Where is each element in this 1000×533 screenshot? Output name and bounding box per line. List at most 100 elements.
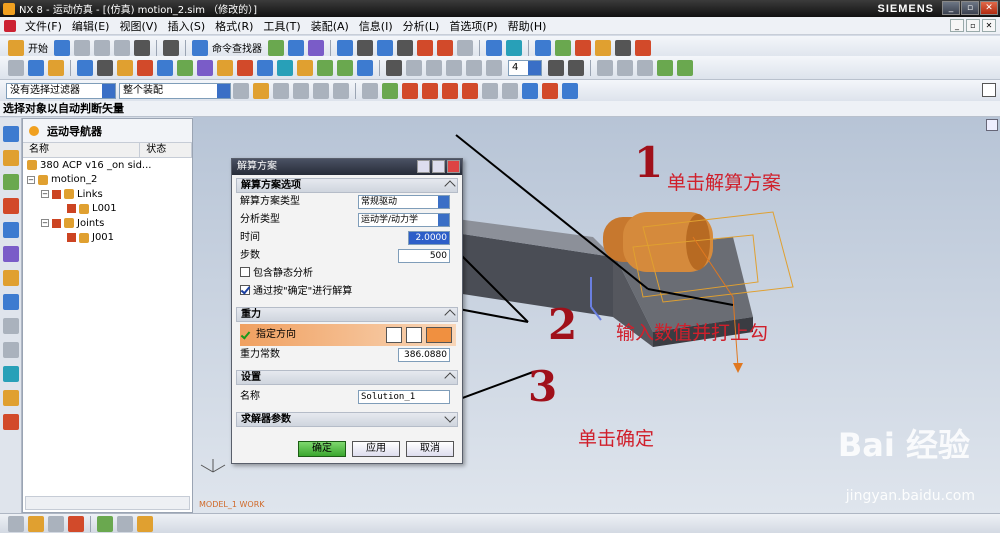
dialog-close-icon[interactable] bbox=[447, 160, 460, 173]
pin-icon[interactable] bbox=[29, 125, 39, 136]
marker-icon[interactable] bbox=[277, 59, 293, 76]
delete-icon[interactable] bbox=[134, 39, 150, 56]
curve-icon[interactable] bbox=[293, 82, 309, 99]
menu-information[interactable]: 信息(I) bbox=[354, 18, 398, 34]
menu-format[interactable]: 格式(R) bbox=[210, 18, 258, 34]
tree-node[interactable]: 380 ACP v16 _on sid... bbox=[23, 158, 192, 173]
menu-assemblies[interactable]: 装配(A) bbox=[306, 18, 354, 34]
tree-node[interactable]: L001 bbox=[23, 202, 192, 217]
cancel-button[interactable]: 取消 bbox=[406, 441, 454, 457]
frame-selector[interactable]: 4 bbox=[508, 59, 542, 76]
column-name[interactable]: 名称 bbox=[23, 143, 141, 157]
hd3d-tab-icon[interactable] bbox=[3, 246, 19, 262]
time-input[interactable]: 2.0000 bbox=[408, 231, 450, 245]
export-icon[interactable] bbox=[568, 59, 584, 76]
vector-options-icon[interactable] bbox=[426, 327, 452, 343]
force-icon[interactable] bbox=[217, 59, 233, 76]
static-analysis-row[interactable]: 包含静态分析 bbox=[240, 266, 456, 283]
new-icon[interactable] bbox=[8, 59, 24, 76]
snapshot-icon[interactable] bbox=[548, 59, 564, 76]
steps-input[interactable]: 500 bbox=[398, 249, 450, 263]
component-icon[interactable] bbox=[48, 515, 64, 532]
step-back-icon[interactable] bbox=[426, 59, 442, 76]
apply-button[interactable]: 应用 bbox=[352, 441, 400, 457]
solve-icon[interactable] bbox=[357, 59, 373, 76]
measure-icon[interactable] bbox=[575, 39, 591, 56]
constraint-tab-icon[interactable] bbox=[3, 174, 19, 190]
system-tab-icon[interactable] bbox=[3, 342, 19, 358]
assembly-scope-dropdown[interactable]: 整个装配 bbox=[119, 82, 231, 99]
selection-icon[interactable] bbox=[268, 39, 284, 56]
sensor-icon[interactable] bbox=[297, 59, 313, 76]
fast-forward-icon[interactable] bbox=[486, 59, 502, 76]
render-icon[interactable] bbox=[308, 39, 324, 56]
solution-name-input[interactable]: Solution_1 bbox=[358, 390, 450, 404]
grid-icon[interactable] bbox=[635, 39, 651, 56]
layer-icon[interactable] bbox=[535, 39, 551, 56]
shade-icon[interactable] bbox=[397, 39, 413, 56]
solve-on-ok-row[interactable]: 通过按"确定"进行解算 bbox=[240, 284, 456, 301]
assembly-icon[interactable] bbox=[28, 515, 44, 532]
coupler-icon[interactable] bbox=[157, 59, 173, 76]
rotate-view-icon[interactable] bbox=[357, 39, 373, 56]
environment-icon[interactable] bbox=[28, 59, 44, 76]
navigator-tab-icon[interactable] bbox=[3, 126, 19, 142]
gravity-constant-input[interactable]: 386.0880 bbox=[398, 348, 450, 362]
restore-button[interactable]: ▫ bbox=[961, 1, 979, 15]
filter-icon[interactable] bbox=[233, 82, 249, 99]
column-status[interactable]: 状态 bbox=[140, 143, 192, 157]
command-finder-label[interactable]: 命令查找器 bbox=[212, 40, 262, 55]
tree-node[interactable]: − motion_2 bbox=[23, 173, 192, 188]
menu-analysis[interactable]: 分析(L) bbox=[398, 18, 445, 34]
start-icon[interactable] bbox=[8, 39, 24, 56]
command-finder-icon[interactable] bbox=[192, 39, 208, 56]
snap-point-icon[interactable] bbox=[253, 82, 269, 99]
visibility-checkbox-icon[interactable] bbox=[52, 189, 61, 199]
box-select-icon[interactable] bbox=[362, 82, 378, 99]
part-tab-icon[interactable] bbox=[3, 198, 19, 214]
assembly-tab-icon[interactable] bbox=[3, 150, 19, 166]
section-gravity[interactable]: 重力 bbox=[236, 307, 458, 322]
trace-icon[interactable] bbox=[637, 59, 653, 76]
tree-node[interactable]: − Joints bbox=[23, 216, 192, 231]
section-settings[interactable]: 设置 bbox=[236, 370, 458, 385]
endpoint-icon[interactable] bbox=[382, 82, 398, 99]
section-solver-parameters[interactable]: 求解器参数 bbox=[236, 411, 458, 427]
doc-restore-button[interactable]: ▫ bbox=[966, 19, 980, 32]
cube-icon[interactable] bbox=[562, 82, 578, 99]
analysis-type-dropdown[interactable]: 运动学/动力学 bbox=[358, 213, 450, 227]
view-corner-icon[interactable] bbox=[986, 119, 998, 131]
view-layout-icon[interactable] bbox=[506, 39, 522, 56]
surface-icon[interactable] bbox=[313, 82, 329, 99]
arrow-back-icon[interactable] bbox=[657, 59, 673, 76]
torque-icon[interactable] bbox=[237, 59, 253, 76]
ok-button[interactable]: 确定 bbox=[298, 441, 346, 457]
joint-icon[interactable] bbox=[117, 59, 133, 76]
function-icon[interactable] bbox=[97, 59, 113, 76]
solution-type-dropdown[interactable]: 常规驱动 bbox=[358, 195, 450, 209]
menu-file[interactable]: 文件(F) bbox=[20, 18, 67, 34]
window-icon[interactable] bbox=[288, 39, 304, 56]
minimize-button[interactable]: _ bbox=[942, 1, 960, 15]
palette-tab-icon[interactable] bbox=[3, 270, 19, 286]
animation-icon[interactable] bbox=[386, 59, 402, 76]
solution-icon[interactable] bbox=[337, 59, 353, 76]
point-on-curve-icon[interactable] bbox=[502, 82, 518, 99]
contact-icon[interactable] bbox=[257, 59, 273, 76]
layout-icon[interactable] bbox=[597, 59, 613, 76]
save-icon[interactable] bbox=[54, 39, 70, 56]
doc-close-button[interactable]: ✕ bbox=[982, 19, 996, 32]
solver-icon[interactable] bbox=[317, 59, 333, 76]
nx-menu-icon[interactable] bbox=[4, 19, 16, 32]
arc-icon[interactable] bbox=[273, 82, 289, 99]
center-icon[interactable] bbox=[462, 82, 478, 99]
dialog-settings-icon[interactable] bbox=[432, 160, 445, 173]
visibility-checkbox-icon[interactable] bbox=[67, 233, 76, 243]
damper-icon[interactable] bbox=[197, 59, 213, 76]
chart-icon[interactable] bbox=[615, 39, 631, 56]
play-icon[interactable] bbox=[446, 59, 462, 76]
toolbar-options-icon[interactable] bbox=[982, 83, 996, 97]
table-icon[interactable] bbox=[542, 82, 558, 99]
mate-icon[interactable] bbox=[117, 515, 133, 532]
existing-point-icon[interactable] bbox=[522, 82, 538, 99]
